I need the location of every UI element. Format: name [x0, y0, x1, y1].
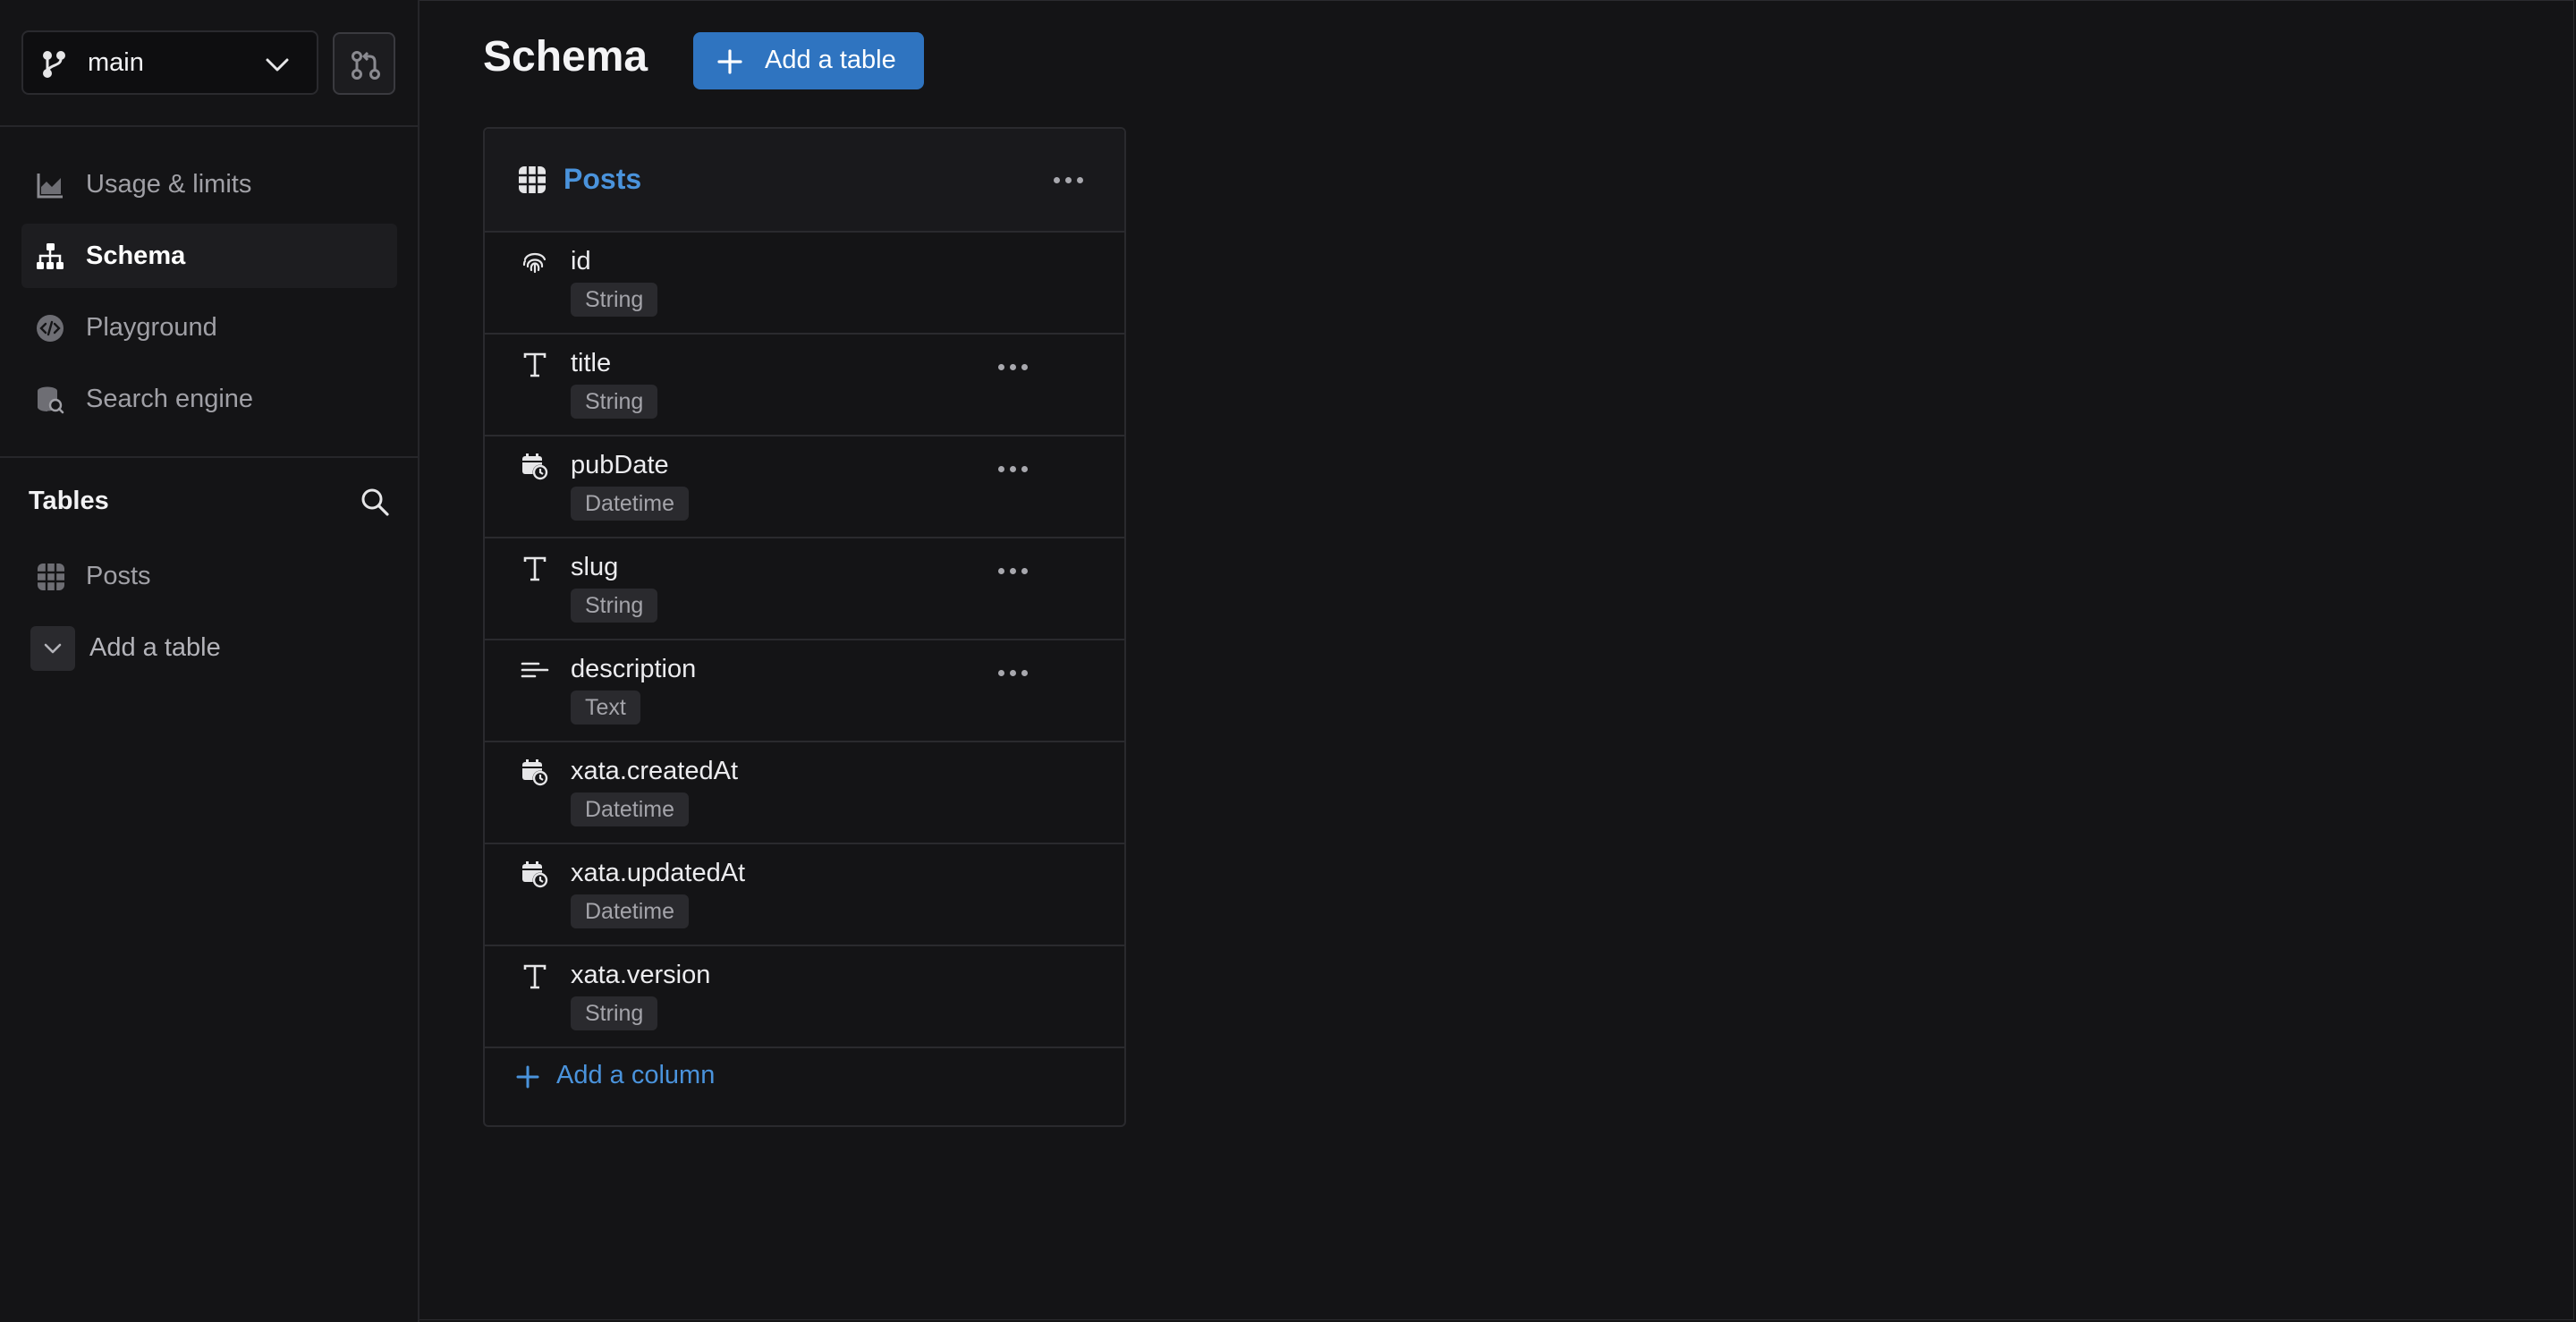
sidebar-item-posts[interactable]: Posts — [21, 544, 397, 608]
column-name: slug — [571, 553, 619, 581]
branch-name: main — [88, 48, 144, 77]
column-row[interactable]: xata.updatedAt Datetime — [485, 844, 1124, 946]
nav-label: Search engine — [86, 385, 254, 413]
code-icon — [37, 315, 64, 342]
nav-item-usage-limits[interactable]: Usage & limits — [21, 152, 397, 216]
table-card-posts: Posts id String title String pubDate Datetime… — [483, 127, 1126, 1127]
nav-item-schema[interactable]: Schema — [21, 224, 397, 288]
column-row[interactable]: xata.createdAt Datetime — [485, 742, 1124, 844]
schema-icon — [37, 243, 64, 269]
paragraph-icon — [521, 657, 549, 685]
column-type-badge: String — [571, 283, 658, 317]
column-type-badge: String — [571, 996, 658, 1030]
chart-icon — [37, 174, 63, 199]
column-row[interactable]: slug String — [485, 538, 1124, 640]
sidebar-add-table[interactable]: Add a table — [30, 626, 397, 671]
calendar-clock-icon — [521, 860, 549, 889]
column-name: description — [571, 655, 697, 683]
nav-label: Schema — [86, 242, 186, 270]
column-menu-icon[interactable] — [998, 565, 1030, 576]
column-row[interactable]: description Text — [485, 640, 1124, 742]
column-type-badge: Datetime — [571, 792, 690, 826]
sidebar-table-label: Posts — [86, 562, 151, 590]
nav-label: Playground — [86, 313, 217, 342]
add-table-button[interactable]: Add a table — [693, 32, 924, 89]
git-branch-icon — [43, 51, 65, 78]
chevron-down-icon — [44, 643, 62, 654]
column-type-badge: Datetime — [571, 894, 690, 928]
page-title: Schema — [483, 33, 648, 81]
column-name: xata.updatedAt — [571, 859, 746, 887]
add-column-button[interactable]: Add a column — [515, 1055, 784, 1100]
database-search-icon — [38, 386, 64, 414]
column-row[interactable]: title String — [485, 335, 1124, 436]
add-column-label: Add a column — [556, 1061, 716, 1089]
column-type-badge: String — [571, 589, 658, 623]
add-table-button-label: Add a table — [765, 46, 896, 74]
column-type-badge: Datetime — [571, 487, 690, 521]
column-menu-icon[interactable] — [998, 667, 1030, 678]
compare-branches-button[interactable] — [333, 32, 395, 95]
column-row[interactable]: id String — [485, 233, 1124, 335]
nav-label: Usage & limits — [86, 170, 252, 199]
text-icon — [521, 351, 549, 379]
column-row[interactable]: pubDate Datetime — [485, 436, 1124, 538]
column-name: id — [571, 247, 591, 275]
plus-icon — [516, 1065, 539, 1089]
column-name: pubDate — [571, 451, 669, 479]
sidebar: main Usage & limits Schema Playground Se… — [0, 0, 419, 1322]
nav-item-search-engine[interactable]: Search engine — [21, 367, 397, 431]
table-grid-icon — [38, 564, 64, 590]
column-type-badge: String — [571, 385, 658, 419]
tables-heading: Tables — [29, 487, 109, 515]
column-name: title — [571, 349, 612, 377]
calendar-clock-icon — [521, 453, 549, 481]
expand-toggle[interactable] — [30, 626, 75, 671]
git-compare-icon — [352, 51, 380, 80]
text-icon — [521, 962, 549, 991]
search-icon[interactable] — [360, 487, 390, 517]
calendar-clock-icon — [521, 758, 549, 787]
column-menu-icon[interactable] — [998, 361, 1030, 372]
column-name: xata.createdAt — [571, 757, 738, 785]
column-type-badge: Text — [571, 691, 640, 725]
table-card-header: Posts — [485, 129, 1124, 233]
plus-icon — [717, 49, 742, 74]
sidebar-add-table-label: Add a table — [89, 633, 221, 662]
fingerprint-icon — [521, 249, 549, 277]
sidebar-divider — [0, 125, 419, 127]
nav-item-playground[interactable]: Playground — [21, 295, 397, 360]
table-menu-icon[interactable] — [1054, 174, 1086, 185]
text-icon — [521, 555, 549, 583]
table-grid-icon — [519, 166, 546, 193]
column-row[interactable]: xata.version String — [485, 946, 1124, 1048]
chevron-down-icon — [266, 58, 289, 72]
column-name: xata.version — [571, 961, 711, 989]
sidebar-divider — [0, 456, 419, 458]
table-name[interactable]: Posts — [564, 163, 641, 196]
column-menu-icon[interactable] — [998, 463, 1030, 474]
branch-select[interactable]: main — [21, 30, 318, 95]
